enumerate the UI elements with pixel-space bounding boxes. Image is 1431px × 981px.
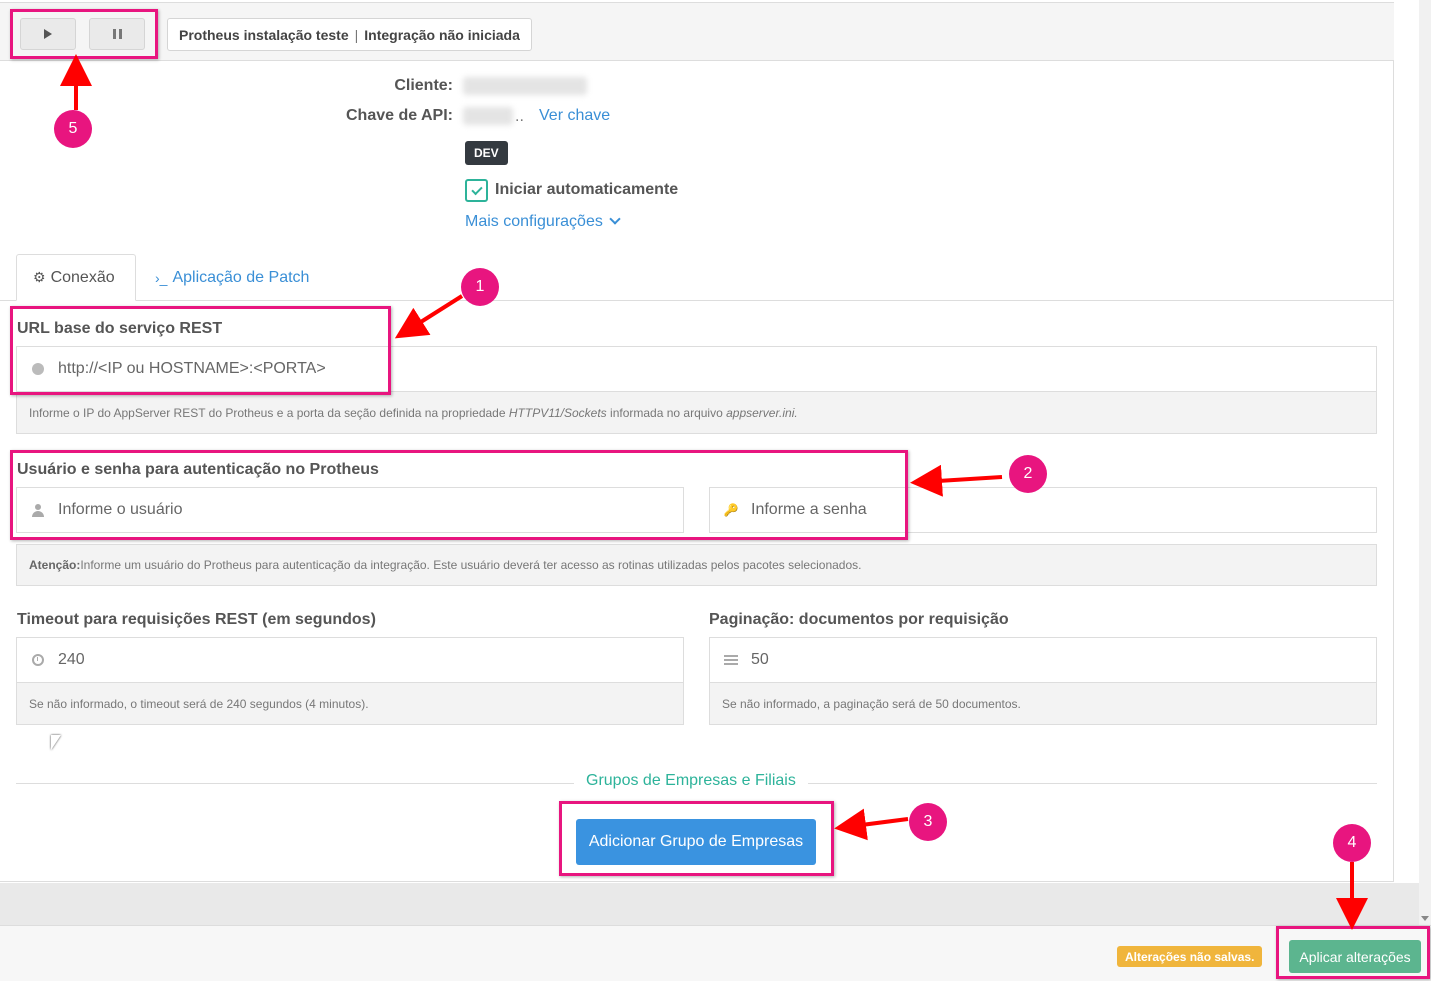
- auth-help-bold: Atenção:: [29, 558, 81, 572]
- unsaved-changes-badge: Alterações não salvas.: [1117, 946, 1263, 967]
- username-input[interactable]: Informe o usuário: [16, 487, 684, 533]
- tab-aplicacao-patch-label: Aplicação de Patch: [172, 268, 310, 286]
- installation-name: Protheus instalação teste: [179, 26, 349, 43]
- timeout-input[interactable]: 240: [16, 637, 684, 683]
- tab-aplicacao-patch[interactable]: ›_ Aplicação de Patch: [139, 254, 325, 301]
- annotation-marker-1: 1: [461, 268, 499, 306]
- user-icon: [32, 503, 44, 517]
- api-key-value-redacted: [463, 107, 513, 125]
- view-key-link[interactable]: Ver chave: [539, 107, 610, 125]
- mouse-cursor-icon: [51, 735, 61, 750]
- groups-section-title: Grupos de Empresas e Filiais: [574, 772, 808, 790]
- scroll-down-icon[interactable]: [1421, 916, 1429, 921]
- more-settings-label: Mais configurações: [465, 213, 603, 230]
- integration-status-box: Protheus instalação teste | Integração n…: [167, 18, 532, 51]
- pagination-help: Se não informado, a paginação será de 50…: [709, 683, 1377, 725]
- key-icon: 🔑: [723, 503, 739, 517]
- list-icon: [724, 654, 738, 666]
- pagination-value: 50: [751, 651, 769, 668]
- auth-help: Atenção: Informe um usuário do Protheus …: [16, 544, 1377, 586]
- rest-url-placeholder: http://<IP ou HOSTNAME>:<PORTA>: [58, 360, 326, 377]
- timeout-label: Timeout para requisições REST (em segund…: [17, 611, 376, 628]
- timeout-help: Se não informado, o timeout será de 240 …: [16, 683, 684, 725]
- annotation-marker-4: 4: [1333, 824, 1371, 862]
- rest-url-help-prop: HTTPV11/Sockets: [508, 405, 607, 420]
- username-placeholder: Informe o usuário: [58, 501, 183, 518]
- rest-url-label: URL base do serviço REST: [17, 320, 223, 337]
- pause-icon: [112, 29, 122, 39]
- api-key-label: Chave de API:: [346, 107, 453, 124]
- auth-label: Usuário e senha para autenticação no Pro…: [17, 461, 379, 478]
- annotation-marker-5: 5: [54, 110, 92, 148]
- rest-url-help: Informe o IP do AppServer REST do Prothe…: [16, 392, 1377, 434]
- chevron-down-icon: [609, 213, 621, 225]
- pause-button[interactable]: [89, 18, 145, 50]
- env-badge: DEV: [465, 141, 508, 165]
- rest-url-help-file: appserver.ini.: [726, 405, 798, 420]
- more-settings-link[interactable]: Mais configurações: [465, 213, 621, 231]
- rest-url-help-mid: informada no arquivo: [610, 405, 723, 420]
- pagination-input[interactable]: 50: [709, 637, 1377, 683]
- password-input[interactable]: 🔑 Informe a senha: [709, 487, 1377, 533]
- page-background: [0, 883, 1431, 925]
- client-value-redacted: [463, 77, 587, 95]
- annotation-marker-3: 3: [909, 803, 947, 841]
- pagination-label: Paginação: documentos por requisição: [709, 611, 1009, 628]
- integration-status: Integração não iniciada: [364, 26, 520, 43]
- rest-url-help-prefix: Informe o IP do AppServer REST do Prothe…: [29, 405, 506, 420]
- password-placeholder: Informe a senha: [751, 501, 867, 518]
- rest-url-input[interactable]: http://<IP ou HOSTNAME>:<PORTA>: [16, 346, 1377, 392]
- api-key-ellipsis: ..: [515, 108, 524, 125]
- annotation-marker-2: 2: [1009, 455, 1047, 493]
- timeout-value: 240: [58, 651, 85, 668]
- toolbar: Protheus instalação teste | Integração n…: [0, 3, 1394, 61]
- auth-help-text: Informe um usuário do Protheus para aute…: [80, 558, 862, 572]
- terminal-icon: ›_: [155, 269, 168, 286]
- play-button[interactable]: [20, 18, 76, 50]
- clock-icon: [32, 654, 44, 666]
- client-label: Cliente:: [394, 77, 453, 94]
- tab-conexao[interactable]: ⚙ Conexão: [16, 254, 136, 301]
- auto-start-checkbox[interactable]: [465, 179, 488, 202]
- tab-conexao-label: Conexão: [50, 268, 115, 286]
- status-separator: |: [354, 26, 359, 43]
- globe-icon: [32, 363, 44, 375]
- play-icon: [44, 29, 52, 39]
- main-panel: [0, 2, 1394, 882]
- apply-changes-button[interactable]: Aplicar alterações: [1289, 940, 1421, 973]
- cogs-icon: ⚙: [33, 269, 46, 285]
- scrollbar[interactable]: [1419, 0, 1431, 925]
- add-company-group-button[interactable]: Adicionar Grupo de Empresas: [576, 819, 816, 865]
- check-icon: [470, 183, 483, 195]
- auto-start-label[interactable]: Iniciar automaticamente: [495, 181, 678, 199]
